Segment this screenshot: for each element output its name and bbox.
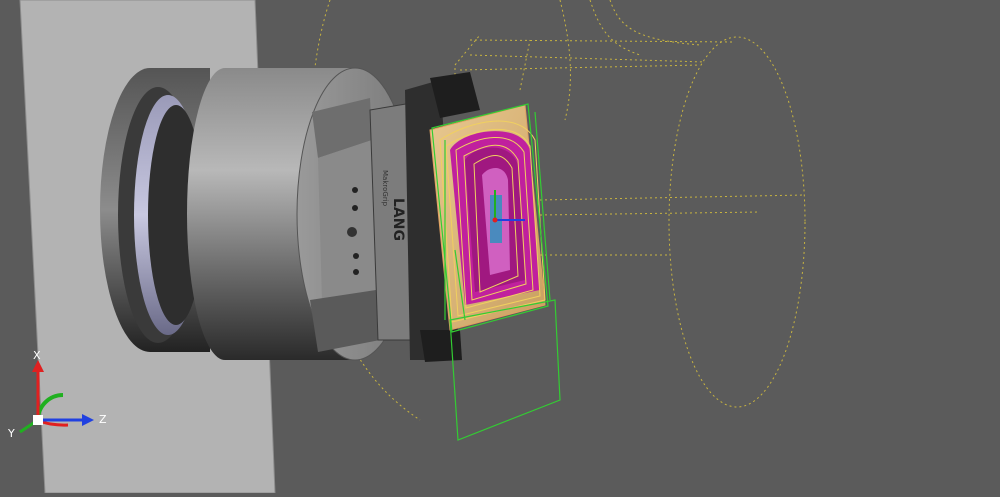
workpiece-part <box>429 104 546 331</box>
cad-3d-viewport[interactable]: MakroGrip LANG X Z Y <box>0 0 1000 494</box>
triad-x-label: X <box>33 349 41 362</box>
triad-z-label: Z <box>99 413 107 426</box>
triad-y-label: Y <box>8 427 15 440</box>
vise-jaw-block <box>310 98 380 352</box>
fixture-brand-text: LANG <box>390 198 406 241</box>
fixture-model-text: MakroGrip <box>381 170 389 207</box>
